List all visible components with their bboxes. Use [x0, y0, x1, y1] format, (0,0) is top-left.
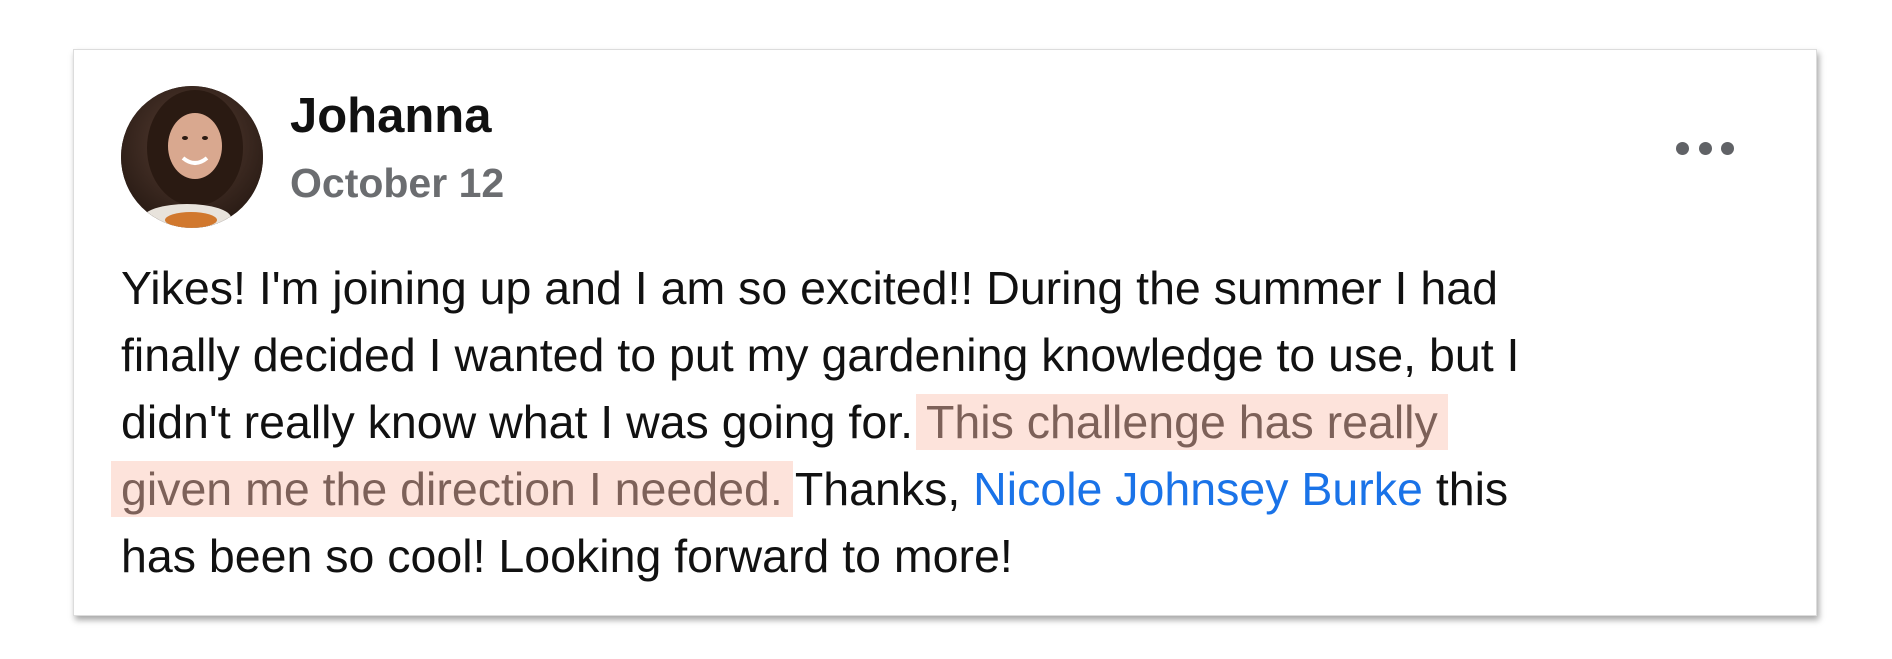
comment-text: Yikes! I'm joining up and I am so excite…: [111, 255, 1781, 590]
comment-line: has been so cool! Looking forward to mor…: [121, 530, 1013, 582]
comment-card: Johanna October 12 Yikes! I'm joining up…: [73, 49, 1817, 616]
comment-line: finally decided I wanted to put my garde…: [121, 329, 1520, 381]
more-dot-icon: [1698, 141, 1712, 155]
comment-line: Yikes! I'm joining up and I am so excite…: [121, 262, 1498, 314]
comment-line: given me the direction I needed. Thanks,…: [111, 456, 1781, 523]
user-mention-link[interactable]: Nicole Johnsey Burke: [973, 463, 1423, 515]
post-date[interactable]: October 12: [290, 159, 504, 208]
comment-text-segment: didn't really know what I was going for.: [121, 396, 926, 448]
highlighted-text: given me the direction I needed.: [111, 461, 793, 517]
comment-text-segment: Thanks,: [782, 463, 974, 515]
avatar-photo: [121, 86, 263, 228]
more-dot-icon: [1676, 141, 1689, 155]
highlighted-text: This challenge has really: [915, 394, 1448, 450]
author-name[interactable]: Johanna: [290, 87, 491, 146]
comment-line: didn't really know what I was going for.…: [121, 389, 1781, 456]
more-dot-icon: [1721, 141, 1734, 155]
avatar[interactable]: [121, 86, 263, 228]
more-options-button[interactable]: [1670, 130, 1740, 166]
comment-text-segment: this: [1422, 463, 1509, 515]
